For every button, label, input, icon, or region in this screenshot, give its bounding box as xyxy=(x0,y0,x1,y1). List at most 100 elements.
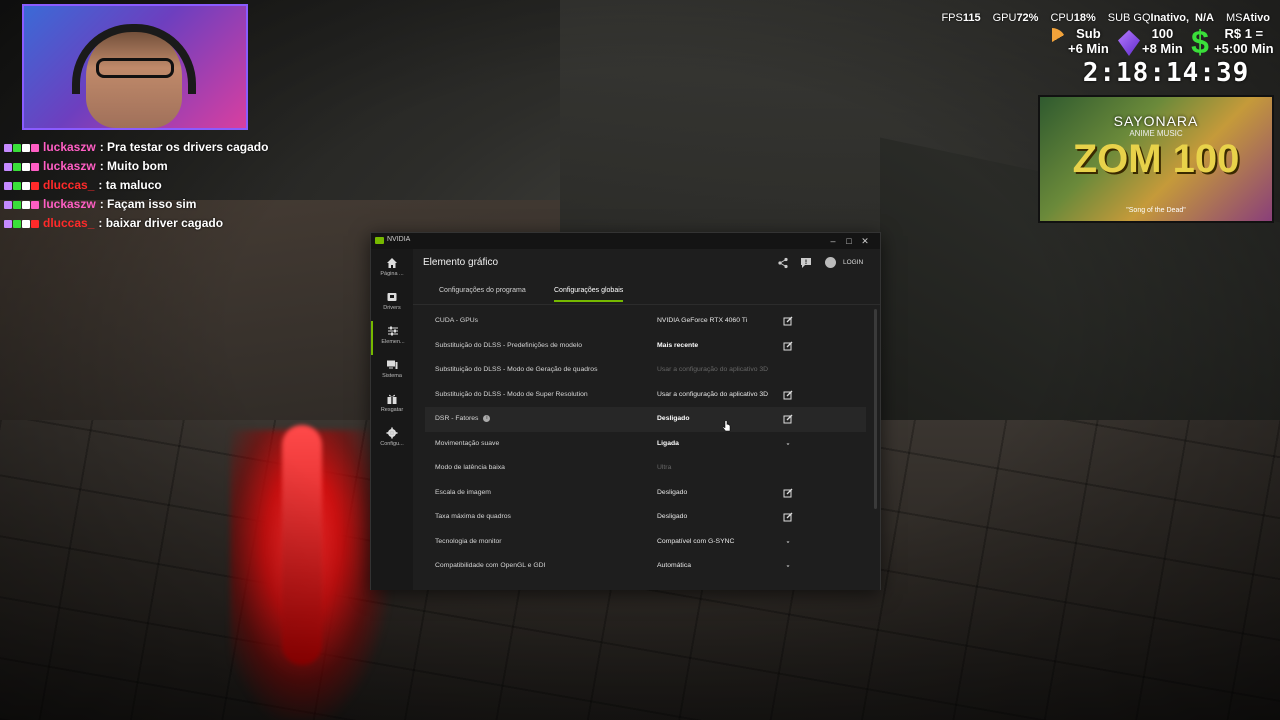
minimize-button[interactable]: – xyxy=(826,234,840,248)
edit-icon[interactable] xyxy=(783,390,793,400)
sidebar-item-label: Configu... xyxy=(380,441,404,447)
edit-icon[interactable] xyxy=(783,341,793,351)
setting-name: Modo de latência baixa xyxy=(435,456,505,481)
sub-counter-label: Sub xyxy=(1076,26,1101,41)
music-title: SAYONARA xyxy=(1113,113,1199,129)
setting-row[interactable]: Compatibilidade com OpenGL e GDI Automáti… xyxy=(425,554,866,579)
setting-row[interactable]: Modo de latência baixa Ultra xyxy=(425,456,866,481)
badge-icon xyxy=(13,143,21,152)
sidebar-item-home[interactable]: Página ... xyxy=(371,253,413,287)
edit-icon[interactable] xyxy=(783,414,793,424)
setting-name-text: Escala de imagem xyxy=(435,488,491,496)
user-avatar-icon[interactable] xyxy=(825,257,836,268)
setting-name: Movimentação suave xyxy=(435,432,499,457)
setting-value[interactable]: NVIDIA GeForce RTX 4060 Ti xyxy=(657,309,747,334)
edit-icon[interactable] xyxy=(783,512,793,522)
badge-icon xyxy=(31,200,39,209)
stat-label: GPU xyxy=(992,12,1017,24)
badge-icon xyxy=(4,181,12,190)
setting-value[interactable]: Desligado xyxy=(657,407,689,432)
chat-text: : Muito bom xyxy=(99,159,168,173)
feedback-icon[interactable] xyxy=(800,257,812,269)
edit-icon[interactable] xyxy=(783,488,793,498)
pizza-icon xyxy=(1038,28,1066,56)
setting-value[interactable]: Automática xyxy=(657,554,691,579)
nvidia-logo-icon xyxy=(375,237,384,244)
share-icon[interactable] xyxy=(777,257,789,269)
sidebar-item-system[interactable]: Sistema xyxy=(371,355,413,389)
setting-row[interactable]: Movimentação suave Ligada xyxy=(425,432,866,457)
setting-value: Usar a configuração do aplicativo 3D xyxy=(657,366,769,373)
setting-row[interactable]: Substituição do DLSS - Modo de Geração d… xyxy=(425,358,866,383)
chevron-down-icon[interactable] xyxy=(783,439,793,449)
stat-label: SUB GQ xyxy=(1107,12,1151,24)
performance-stats: FPS115 GPU72% CPU18% SUB GQInativo, N/A MSAti… xyxy=(929,12,1270,24)
tab-program-settings[interactable]: Configurações do programa xyxy=(439,287,526,300)
gem-counter: 100 +8 Min xyxy=(1142,26,1183,56)
sidebar-item-gear[interactable]: Configu... xyxy=(371,423,413,457)
stat-value: Ativo xyxy=(1242,12,1271,24)
tab-global-settings[interactable]: Configurações globais xyxy=(554,287,624,302)
setting-value[interactable]: Usar a configuração do aplicativo 3D xyxy=(657,383,768,408)
chevron-down-icon[interactable] xyxy=(783,537,793,547)
title-bar: NVIDIA – □ ✕ xyxy=(371,233,880,249)
chat-message: dluccas_: ta maluco xyxy=(4,176,268,195)
edit-icon[interactable] xyxy=(783,316,793,326)
stat-item: SUB GQInativo, xyxy=(1102,12,1189,24)
setting-row[interactable]: Taxa máxima de quadros Desligado xyxy=(425,505,866,530)
chat-username[interactable]: dluccas_ xyxy=(43,176,94,195)
chat-username[interactable]: luckaszw xyxy=(43,157,96,176)
chat-badges xyxy=(4,162,39,171)
setting-name: Substituição do DLSS - Modo de Super Res… xyxy=(435,383,588,408)
login-button[interactable]: LOGIN xyxy=(843,259,863,266)
glasses-icon xyxy=(96,58,174,78)
chat-username[interactable]: luckaszw xyxy=(43,138,96,157)
setting-row[interactable]: CUDA - GPUs NVIDIA GeForce RTX 4060 Ti xyxy=(425,309,866,334)
sidebar-item-label: Elemen... xyxy=(381,339,405,345)
sub-counter: Sub +6 Min xyxy=(1068,26,1109,56)
chat-text: : Façam isso sim xyxy=(99,197,197,211)
sidebar-item-sliders[interactable]: Elemen... xyxy=(371,321,413,355)
info-icon[interactable]: i xyxy=(483,414,491,422)
setting-name-text: CUDA - GPUs xyxy=(435,317,479,324)
badge-icon xyxy=(4,143,12,152)
badge-icon xyxy=(13,181,21,190)
chat-username[interactable]: luckaszw xyxy=(43,195,96,214)
chat-badges xyxy=(4,200,39,209)
setting-value[interactable]: Desligado xyxy=(657,505,687,530)
chat-username[interactable]: dluccas_ xyxy=(43,214,94,233)
setting-name: CUDA - GPUs xyxy=(435,309,478,334)
settings-list: CUDA - GPUs NVIDIA GeForce RTX 4060 Ti Sub… xyxy=(425,309,866,579)
setting-name: DSR - Fatores i xyxy=(435,407,491,432)
close-button[interactable]: ✕ xyxy=(858,234,872,248)
setting-row[interactable]: Tecnologia de monitor Compatível com G-SY… xyxy=(425,530,866,555)
badge-icon xyxy=(22,162,30,171)
setting-row[interactable]: Substituição do DLSS - Predefinições de … xyxy=(425,334,866,359)
scrollbar[interactable] xyxy=(874,309,877,509)
sidebar-item-label: Sistema xyxy=(382,373,402,379)
badge-icon xyxy=(22,219,30,228)
sidebar-item-drivers[interactable]: Drivers xyxy=(371,287,413,321)
setting-value[interactable]: Desligado xyxy=(657,481,687,506)
setting-name-text: Substituição do DLSS - Modo de Geração d… xyxy=(435,366,598,373)
setting-name: Escala de imagem xyxy=(435,481,491,506)
setting-name: Substituição do DLSS - Predefinições de … xyxy=(435,334,582,359)
chat-badges xyxy=(4,219,39,228)
chat-text: : baixar driver cagado xyxy=(98,216,224,230)
setting-row[interactable]: Escala de imagem Desligado xyxy=(425,481,866,506)
stat-value: N/A xyxy=(1195,12,1214,24)
setting-name: Substituição do DLSS - Modo de Geração d… xyxy=(435,358,597,383)
sidebar-item-gift[interactable]: Resgatar xyxy=(371,389,413,423)
chevron-down-icon[interactable] xyxy=(783,561,793,571)
badge-icon xyxy=(13,219,21,228)
setting-row[interactable]: DSR - Fatores i Desligado xyxy=(425,407,866,432)
maximize-button[interactable]: □ xyxy=(842,234,856,248)
setting-row[interactable]: Substituição do DLSS - Modo de Super Res… xyxy=(425,383,866,408)
setting-value[interactable]: Ligada xyxy=(657,432,679,457)
tab-bar: Configurações do programa Configurações g… xyxy=(413,282,880,305)
setting-value[interactable]: Compatível com G-SYNC xyxy=(657,530,734,555)
chat-overlay: luckaszw: Pra testar os drivers cagado lu… xyxy=(4,138,268,233)
page-title: Elemento gráfico xyxy=(423,257,499,268)
setting-value[interactable]: Mais recente xyxy=(657,334,698,359)
chat-message: luckaszw: Muito bom xyxy=(4,157,268,176)
